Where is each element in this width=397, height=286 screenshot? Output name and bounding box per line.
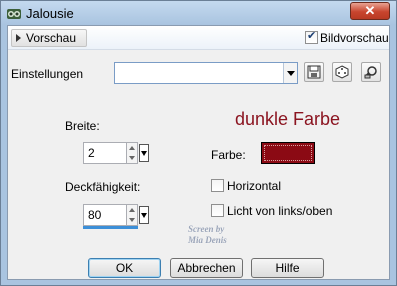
bildvorschau-label: Bildvorschau [320, 31, 389, 45]
jalousie-app-icon [7, 9, 21, 19]
bildvorschau-checkbox[interactable] [305, 29, 318, 44]
deckfaehigkeit-input[interactable]: 80 [83, 204, 127, 226]
ok-button[interactable]: OK [88, 258, 161, 278]
window-title: Jalousie [26, 6, 74, 21]
up-arrow-icon[interactable] [129, 146, 135, 150]
watermark-line-1: Screen by [188, 224, 225, 234]
preview-label: Vorschau [26, 31, 77, 45]
settings-label: Einstellungen [11, 67, 84, 81]
randomize-button[interactable] [332, 62, 352, 82]
settings-row: Einstellungen [8, 62, 389, 92]
close-button[interactable]: ✕ [350, 2, 390, 20]
color-swatch[interactable] [261, 142, 315, 164]
breite-input[interactable]: 2 [83, 142, 127, 164]
horizontal-checkbox[interactable] [211, 179, 224, 192]
farbe-label: Farbe: [211, 148, 246, 162]
licht-label: Licht von links/oben [227, 204, 333, 218]
reset-icon [364, 66, 377, 79]
help-button[interactable]: Hilfe [251, 258, 324, 278]
breite-stepper[interactable] [127, 142, 138, 164]
watermark-line-2: Mia Denis [188, 235, 227, 245]
preview-strip: Vorschau Bildvorschau [8, 26, 389, 50]
down-arrow-icon[interactable] [129, 218, 135, 222]
dialog-body: Vorschau Bildvorschau Einstellungen [7, 25, 390, 280]
deckfaehigkeit-slider-bar[interactable] [83, 226, 138, 229]
annotation-dunkle-farbe: dunkle Farbe [235, 109, 341, 129]
dialog-window: Jalousie ✕ Vorschau Bildvorschau Einstel… [0, 0, 397, 286]
save-icon [307, 65, 321, 79]
breite-label: Breite: [65, 119, 100, 133]
preview-toggle-button[interactable]: Vorschau [11, 29, 87, 47]
chevron-down-icon[interactable] [283, 63, 297, 83]
dice-icon [335, 65, 349, 79]
cancel-button[interactable]: Abbrechen [170, 258, 243, 278]
title-bar: Jalousie ✕ [1, 1, 396, 25]
breite-dropdown-button[interactable] [139, 144, 149, 162]
horizontal-label: Horizontal [227, 179, 282, 193]
down-arrow-icon[interactable] [129, 156, 135, 160]
deckfaehigkeit-stepper[interactable] [127, 204, 138, 226]
reset-button[interactable] [361, 62, 381, 82]
deckfaehigkeit-spinbox: 80 [83, 204, 149, 229]
watermark: Screen by Mia Denis [188, 224, 227, 246]
save-preset-button[interactable] [304, 62, 324, 82]
expand-arrow-icon [16, 34, 21, 42]
settings-select[interactable] [114, 62, 298, 84]
deckfaehigkeit-dropdown-button[interactable] [139, 206, 149, 224]
licht-checkbox[interactable] [211, 204, 224, 217]
deckfaehigkeit-label: Deckfähigkeit: [65, 180, 141, 194]
breite-spinbox: 2 [83, 142, 149, 164]
up-arrow-icon[interactable] [129, 208, 135, 212]
